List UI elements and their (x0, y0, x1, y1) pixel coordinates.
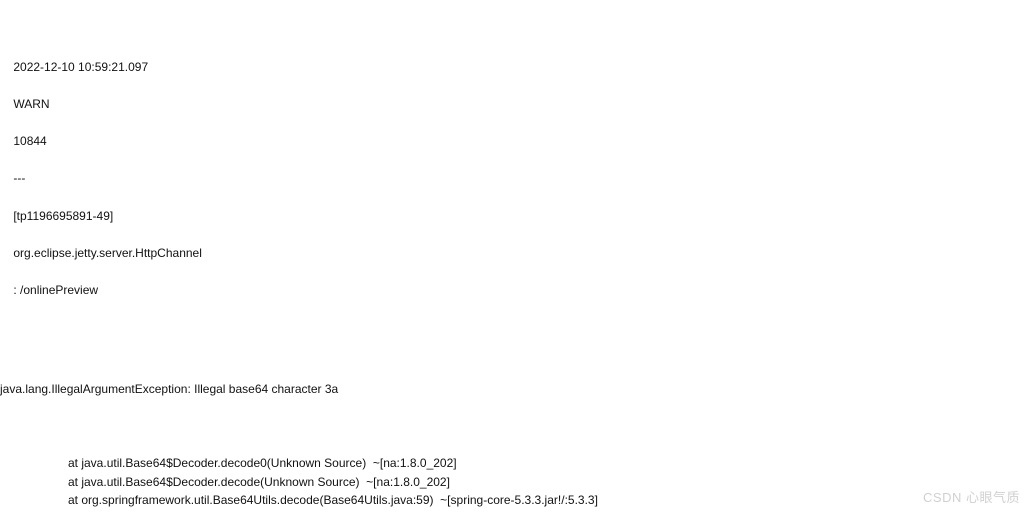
log-output: 2022-12-10 10:59:21.097 WARN 10844 --- [… (0, 0, 1024, 512)
log-level: WARN (13, 97, 49, 111)
log-timestamp: 2022-12-10 10:59:21.097 (13, 60, 148, 74)
log-thread: [tp1196695891-49] (13, 209, 113, 223)
stack-frame: at org.springframework.util.Base64Utils.… (0, 491, 1024, 510)
exception-line: java.lang.IllegalArgumentException: Ille… (0, 380, 1024, 399)
stack-trace: at java.util.Base64$Decoder.decode0(Unkn… (0, 454, 1024, 512)
log-separator: --- (13, 171, 25, 185)
stack-frame: at java.util.Base64$Decoder.decode0(Unkn… (0, 454, 1024, 473)
log-header-line: 2022-12-10 10:59:21.097 WARN 10844 --- [… (0, 39, 1024, 324)
log-pid: 10844 (13, 134, 46, 148)
stack-frame: at java.util.Base64$Decoder.decode(Unkno… (0, 473, 1024, 492)
log-logger: org.eclipse.jetty.server.HttpChannel (13, 246, 202, 260)
log-message: : /onlinePreview (13, 283, 98, 297)
